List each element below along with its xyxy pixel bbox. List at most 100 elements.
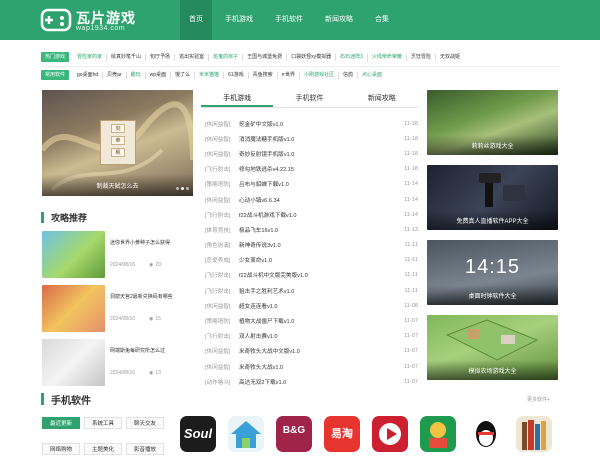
software-tag-recent[interactable]: 最近更新 <box>42 417 80 429</box>
common-apps-row: 常用软件 go桌面hd 贝壳ar 趣玩 wp桌面 饿了么 米米猫猫 61游戏 青… <box>41 68 559 82</box>
app-icon-house[interactable] <box>228 416 264 452</box>
game-name[interactable]: f22战斗机中文版完美版v1.0 <box>239 271 404 279</box>
app-icon-yitao[interactable]: 易淘 <box>324 416 360 452</box>
game-list-item[interactable]: [休闲益智] 心动小镇v6.6.34 11-14 <box>205 192 418 207</box>
game-list-item[interactable]: [飞行射击] 修勾地铁逃杀v4.22.15 11-18 <box>205 162 418 177</box>
nav-home[interactable]: 首页 <box>180 0 212 40</box>
hot-game-link[interactable]: 无双战姬 <box>436 54 464 61</box>
game-name[interactable]: 心动小镇v6.6.34 <box>239 196 404 204</box>
game-list-item[interactable]: [飞行射击] f22战斗机中文版完美版v1.0 11-11 <box>205 268 418 283</box>
game-name[interactable]: 吕布与貂蝉下载v1.0 <box>239 180 404 188</box>
software-tag-media[interactable]: 影音播放 <box>126 443 164 455</box>
more-software-link[interactable]: 更多软件+ <box>527 396 550 403</box>
game-list-item[interactable]: [恋爱养成] 少女革命v1.0 11-11 <box>205 253 418 268</box>
hot-game-link[interactable]: 绘真妙笔千山 <box>107 53 147 61</box>
common-app-link[interactable]: 小刚游戏社区 <box>300 71 339 79</box>
software-tag-system-tools[interactable]: 系统工具 <box>84 417 122 429</box>
game-date: 11-14 <box>404 211 418 218</box>
hot-game-link[interactable]: 冒险家的家 <box>73 53 108 61</box>
game-list-item[interactable]: [休闲益智] 挖金矿中文版v1.0 11-18 <box>205 116 418 131</box>
game-name[interactable]: 双人射击赛v1.0 <box>239 332 404 340</box>
nav-mobile-software[interactable]: 手机软件 <box>266 0 312 40</box>
tab-mobile-software[interactable]: 手机软件 <box>273 90 345 107</box>
collection-card[interactable]: 莉莉丝游戏大全 <box>427 90 558 155</box>
common-app-link[interactable]: 点心桌面 <box>358 72 386 79</box>
guide-item[interactable]: 洞窟天宫2最新兑换码有哪些 2024/08/16 ◉ 15 <box>42 285 192 332</box>
game-list-item[interactable]: [角色扮演] 新神奇传说3v1.0 11-11 <box>205 238 418 253</box>
game-list-item[interactable]: [动作格斗] 高达无双2下载v1.0 11-07 <box>205 374 418 389</box>
scroll-char: 拳 <box>111 136 125 145</box>
app-icon-soul[interactable]: Soul <box>180 416 216 452</box>
game-name[interactable]: 高达无双2下载v1.0 <box>239 378 404 386</box>
brand-domain: wap1934.com <box>76 25 126 32</box>
guide-meta: 2024/08/16 ◉ 15 <box>110 316 192 322</box>
hot-game-link[interactable]: 石石迷阵3 <box>336 53 368 61</box>
game-category: [休闲益智] <box>205 349 231 356</box>
game-name[interactable]: 消消魔法糖手机版v1.0 <box>239 135 404 143</box>
tab-mobile-games[interactable]: 手机游戏 <box>201 90 274 107</box>
game-list-item[interactable]: [休闲益智] 消消魔法糖手机版v1.0 11-18 <box>205 131 418 146</box>
app-icon-qq[interactable] <box>468 416 504 452</box>
nav-news-guides[interactable]: 新闻攻略 <box>316 0 362 40</box>
software-tag-themes[interactable]: 主题美化 <box>84 443 122 455</box>
collection-card[interactable]: 免费真人直播软件APP大全 <box>427 165 558 230</box>
hot-game-link[interactable]: 旬厅予扬 <box>146 53 176 61</box>
collection-card[interactable]: 模拟农场游戏大全 <box>427 315 558 380</box>
game-list-item[interactable]: [体育竞技] 极品飞车16v1.0 11-13 <box>205 222 418 237</box>
game-list-item[interactable]: [休闲益智] 米奇牧头大战v1.0 11-07 <box>205 359 418 374</box>
nav-mobile-games[interactable]: 手机游戏 <box>216 0 262 40</box>
game-name[interactable]: 米奇牧头大战中文版v1.0 <box>239 347 404 355</box>
common-app-link[interactable]: 信鸽 <box>339 71 358 79</box>
game-list-item[interactable]: [休闲益智] 超女连连看v1.0 11-08 <box>205 298 418 313</box>
common-app-link[interactable]: 米米猫猫 <box>195 71 225 79</box>
game-list-item[interactable]: [休闲益智] 奇妙反射镜手机版v1.0 11-18 <box>205 146 418 161</box>
game-name[interactable]: 超女连连看v1.0 <box>239 302 404 310</box>
common-app-link[interactable]: 贝壳ar <box>103 71 127 79</box>
game-list-item[interactable]: [策略塔防] 吕布与貂蝉下载v1.0 11-14 <box>205 177 418 192</box>
site-logo[interactable]: 瓦片游戏 wap1934.com <box>40 6 160 36</box>
app-icon-books[interactable] <box>516 416 552 452</box>
guide-item[interactable]: 迷你世界小黄种子怎么获得 2024/08/16 ◉ 20 <box>42 231 192 278</box>
game-name[interactable]: 奇妙反射镜手机版v1.0 <box>239 150 404 158</box>
hot-game-link[interactable]: 王国与城堡免费 <box>243 53 288 61</box>
common-app-link[interactable]: 61游戏 <box>224 71 249 79</box>
game-name[interactable]: 新神奇传说3v1.0 <box>239 241 404 249</box>
game-list-item[interactable]: [休闲益智] 米奇牧头大战中文版v1.0 11-07 <box>205 344 418 359</box>
app-icon-bg[interactable]: B&G <box>276 416 312 452</box>
app-icon-player[interactable] <box>372 416 408 452</box>
game-list-item[interactable]: [飞行射击] 双人射击赛v1.0 11-07 <box>205 329 418 344</box>
hot-game-link[interactable]: 班鬼的房子 <box>209 53 244 61</box>
game-list-item[interactable]: [策略塔防] 植物大战僵尸下载v1.0 11-07 <box>205 313 418 328</box>
game-name[interactable]: 植物大战僵尸下载v1.0 <box>239 317 404 325</box>
hot-game-link[interactable]: 逃出实验室 <box>175 53 210 61</box>
game-name[interactable]: 狙击手之胜利艺术v1.0 <box>239 287 404 295</box>
common-app-link[interactable]: 饿了么 <box>171 71 196 79</box>
game-name[interactable]: 极品飞车16v1.0 <box>239 226 404 234</box>
game-name[interactable]: 挖金矿中文版v1.0 <box>239 120 404 128</box>
app-icon-game[interactable] <box>420 416 456 452</box>
game-list-item[interactable]: [飞行射击] 狙击手之胜利艺术v1.0 11-11 <box>205 283 418 298</box>
guide-item[interactable]: 网端斯兔每研究所怎么过 2024/08/16 ◉ 13 <box>42 339 192 386</box>
hot-game-link[interactable]: 火线使命荣耀 <box>368 53 407 61</box>
common-app-link[interactable]: 青鱼搜索 <box>249 71 278 79</box>
common-app-link[interactable]: wp桌面 <box>146 71 172 79</box>
tab-news-guides[interactable]: 新闻攻略 <box>346 90 418 107</box>
software-tag-chat[interactable]: 聊天交友 <box>126 417 164 429</box>
nav-collections[interactable]: 合集 <box>366 0 398 40</box>
game-name[interactable]: f22战斗机游戏下载v1.0 <box>239 211 404 219</box>
hot-game-link[interactable]: 烹饪冒险 <box>407 53 436 61</box>
common-app-link[interactable]: go桌面hd <box>73 71 104 79</box>
common-app-link[interactable]: rr世界 <box>278 71 300 79</box>
common-app-link[interactable]: 趣玩 <box>127 71 146 79</box>
featured-banner[interactable]: 剑 拳 枫 制裁天弑怎么去 <box>42 90 193 196</box>
game-name[interactable]: 少女革命v1.0 <box>239 256 404 264</box>
game-name[interactable]: 修勾地铁逃杀v4.22.15 <box>239 165 404 173</box>
software-tag-shopping[interactable]: 网络购物 <box>42 443 80 455</box>
heading-accent-bar <box>41 211 44 223</box>
hot-game-link[interactable]: 口袋妖怪xy模拟器 <box>287 53 337 61</box>
carousel-dots[interactable] <box>176 187 189 190</box>
game-list-item[interactable]: [飞行射击] f22战斗机游戏下载v1.0 11-14 <box>205 207 418 222</box>
collection-card[interactable]: 14:15 桌面时钟软件大全 <box>427 240 558 305</box>
game-name[interactable]: 米奇牧头大战v1.0 <box>239 363 404 371</box>
app-name: B&G <box>282 425 306 436</box>
